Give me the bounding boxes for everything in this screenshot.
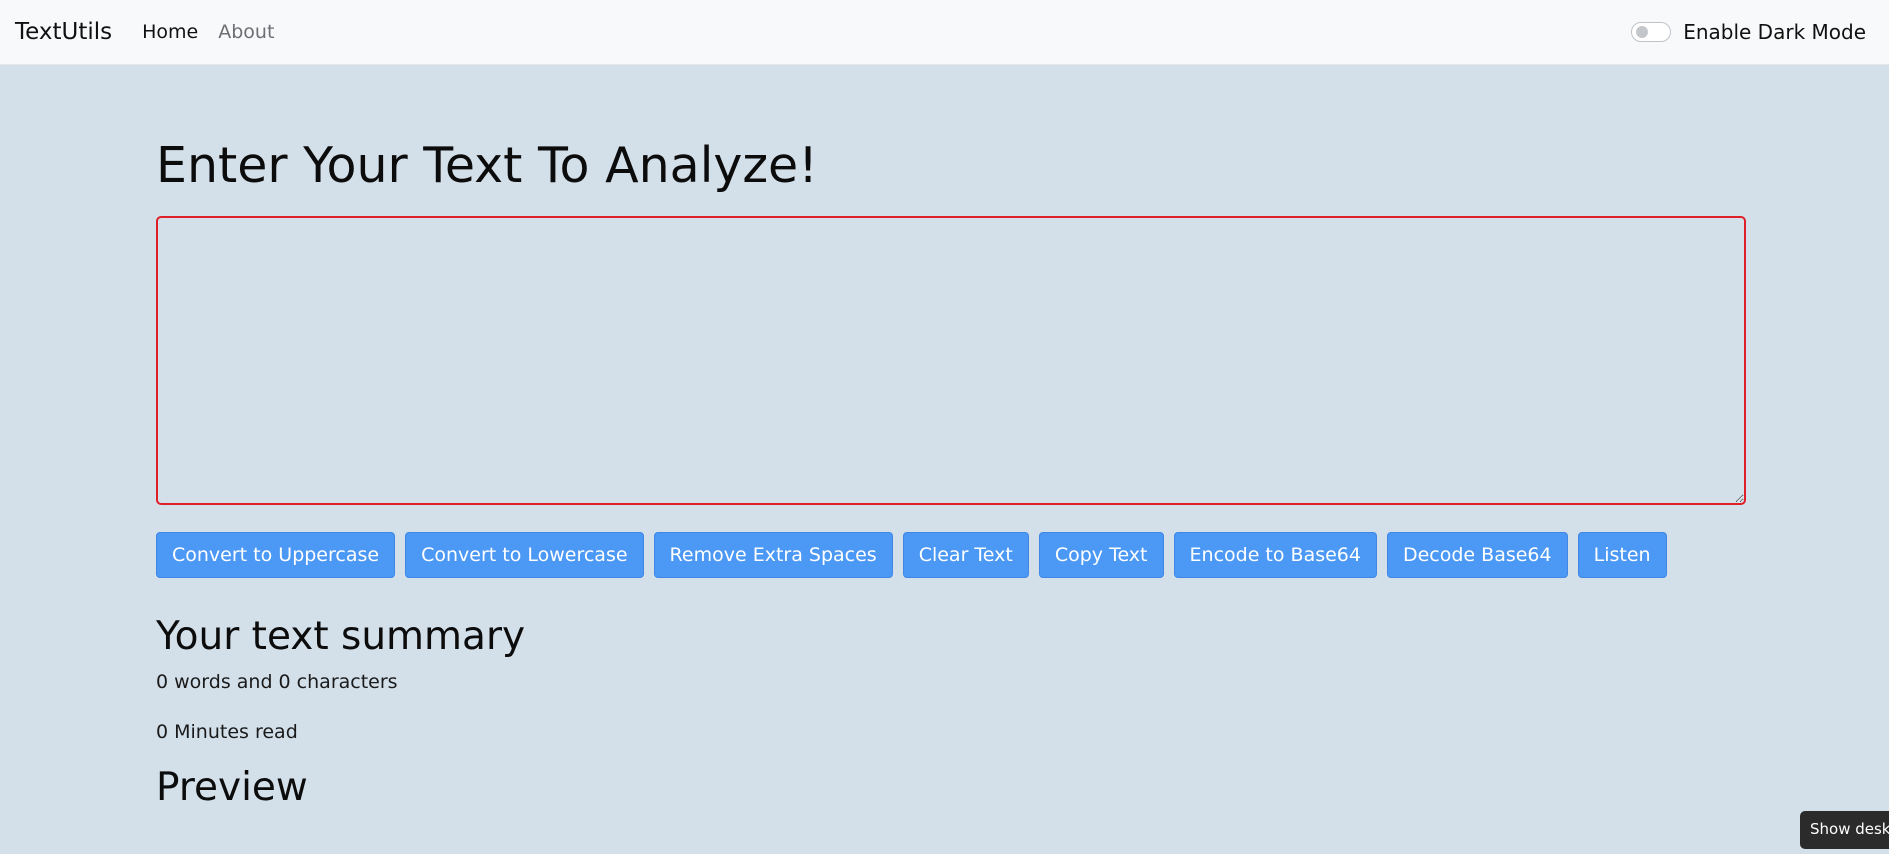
- uppercase-button[interactable]: Convert to Uppercase: [156, 532, 396, 578]
- page-title: Enter Your Text To Analyze!: [156, 137, 818, 194]
- decode-base64-button[interactable]: Decode Base64: [1386, 532, 1568, 578]
- copy-text-button[interactable]: Copy Text: [1038, 532, 1164, 578]
- listen-button[interactable]: Listen: [1577, 532, 1667, 578]
- dark-mode-switch[interactable]: [1631, 22, 1672, 42]
- dark-mode-label: Enable Dark Mode: [1683, 20, 1866, 44]
- action-buttons: Convert to Uppercase Convert to Lowercas…: [156, 532, 1746, 578]
- text-input[interactable]: [156, 216, 1746, 505]
- switch-knob: [1636, 26, 1649, 38]
- encode-base64-button[interactable]: Encode to Base64: [1173, 532, 1377, 578]
- minutes-read: 0 Minutes read: [156, 721, 298, 743]
- navbar: TextUtils Home About Enable Dark Mode: [0, 0, 1889, 65]
- preview-title: Preview: [156, 765, 308, 810]
- clear-text-button[interactable]: Clear Text: [902, 532, 1029, 578]
- word-char-count: 0 words and 0 characters: [156, 671, 398, 693]
- show-desktop-tooltip: Show desktop: [1800, 811, 1889, 849]
- nav-link-home[interactable]: Home: [142, 21, 198, 43]
- nav-link-about[interactable]: About: [218, 21, 274, 43]
- summary-title: Your text summary: [156, 614, 526, 659]
- lowercase-button[interactable]: Convert to Lowercase: [405, 532, 644, 578]
- remove-spaces-button[interactable]: Remove Extra Spaces: [653, 532, 893, 578]
- dark-mode-toggle[interactable]: Enable Dark Mode: [1631, 20, 1866, 44]
- brand-link[interactable]: TextUtils: [15, 19, 112, 45]
- main-container: Enter Your Text To Analyze! Convert to U…: [156, 65, 1746, 810]
